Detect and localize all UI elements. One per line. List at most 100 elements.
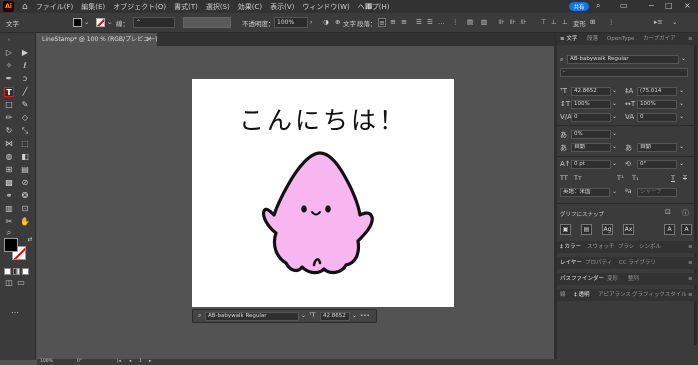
- char-panel-icon[interactable]: ⋮: [452, 18, 459, 26]
- tab-symbols[interactable]: シンボル: [639, 241, 661, 253]
- small-caps-icon[interactable]: Tт: [574, 174, 582, 182]
- none-mode-icon[interactable]: [22, 268, 29, 275]
- snap-info-icon[interactable]: ⓘ: [682, 208, 689, 218]
- char-rotation-field[interactable]: 0°: [637, 160, 677, 169]
- numbering-icon[interactable]: ☰: [427, 18, 433, 26]
- width-tool-icon[interactable]: ⋈: [4, 139, 14, 149]
- pencil-tool-icon[interactable]: ✏: [4, 113, 14, 123]
- tab-align[interactable]: 整列: [628, 273, 639, 285]
- eyedropper-tool-icon[interactable]: ⊘: [20, 178, 30, 188]
- align-center-icon[interactable]: ≡: [389, 18, 397, 27]
- tab-cc-libraries[interactable]: CC ライブラリ: [619, 257, 656, 269]
- live-paint-tool-icon[interactable]: ◧: [20, 152, 30, 162]
- line-tool-icon[interactable]: ╱: [20, 87, 30, 97]
- pathfinder-panel-menu-icon[interactable]: ≡: [688, 273, 693, 285]
- tab-character[interactable]: ≡ 文字: [560, 33, 577, 45]
- paragraph-label[interactable]: 段落：: [357, 18, 377, 28]
- rectangle-tool-icon[interactable]: □: [4, 100, 14, 110]
- distribute-bottom-icon[interactable]: ⊥: [562, 18, 568, 26]
- zoom-level[interactable]: 100%: [40, 359, 53, 365]
- arrange-docs-icon[interactable]: ▸≡: [654, 18, 663, 26]
- aki-right-dropdown-icon[interactable]: ⌄: [679, 143, 684, 150]
- character-label[interactable]: 文字: [343, 18, 356, 28]
- slice-tool-icon[interactable]: ✂: [4, 217, 14, 227]
- gradient-mode-icon[interactable]: [13, 268, 20, 275]
- tab-curve[interactable]: カーブガイア: [643, 33, 676, 45]
- align-edge-icon[interactable]: ⊞: [590, 18, 595, 26]
- share-button[interactable]: 共有: [569, 2, 589, 11]
- artboard-nav-first-icon[interactable]: |◂: [117, 359, 121, 365]
- distribute-middle-icon[interactable]: ⊥: [551, 18, 557, 26]
- tab-swatches[interactable]: スウォッチ: [587, 241, 615, 253]
- font-family-dropdown-icon[interactable]: ⌄: [681, 55, 686, 62]
- magic-wand-tool-icon[interactable]: ✧: [4, 61, 14, 71]
- font-style-field[interactable]: -: [560, 68, 688, 77]
- artboard-number[interactable]: 1: [139, 359, 142, 365]
- paragraph-options-icon[interactable]: …: [438, 18, 445, 26]
- snap-glyph-bounds-button[interactable]: Ag: [602, 224, 613, 235]
- tab-layers[interactable]: レイヤー: [560, 257, 582, 269]
- snap-baseline-button[interactable]: ▣: [560, 224, 571, 235]
- menu-edit[interactable]: 編集(E): [81, 2, 105, 12]
- tab-paragraph[interactable]: 段落: [587, 33, 598, 45]
- edit-toolbar-icon[interactable]: ⋯: [10, 308, 20, 318]
- snap-proximity-button[interactable]: Ax: [623, 224, 634, 235]
- arrange-dropdown-icon[interactable]: ⌄: [672, 18, 677, 26]
- tab-properties[interactable]: プロパティ: [585, 257, 612, 269]
- context-more-button[interactable]: •••: [360, 313, 370, 319]
- snap-options-icon[interactable]: ⊡: [665, 208, 671, 216]
- grid-icon[interactable]: ▥: [481, 18, 487, 26]
- distribute-top-icon[interactable]: ⊤: [541, 18, 547, 26]
- opacity-arrow-icon[interactable]: ›: [310, 18, 313, 26]
- hand-tool-icon[interactable]: ✋: [20, 217, 30, 227]
- tsume-field[interactable]: 0%: [571, 130, 611, 139]
- document-tab[interactable]: LineStamp* @ 100 % (RGB/プレビュー) ×: [37, 33, 157, 46]
- direct-selection-tool-icon[interactable]: ▶: [20, 48, 30, 58]
- scale-tool-icon[interactable]: ⤡: [20, 126, 30, 136]
- pen-tool-icon[interactable]: ✒: [4, 74, 14, 84]
- fill-swatch[interactable]: [73, 18, 82, 27]
- search-icon[interactable]: ⌕: [596, 1, 600, 11]
- all-caps-icon[interactable]: TT: [560, 174, 568, 182]
- zoom-tool-icon[interactable]: ⌕: [4, 228, 14, 238]
- stroke-panel-menu-icon[interactable]: ≡: [688, 289, 693, 301]
- opacity-field[interactable]: 100%: [274, 17, 308, 28]
- graph-tool-icon[interactable]: ▥: [4, 204, 14, 214]
- mesh-tool-icon[interactable]: ▤: [20, 165, 30, 175]
- minimize-icon[interactable]: −: [648, 1, 655, 10]
- font-size-dropdown-icon[interactable]: ⌄: [612, 87, 617, 94]
- pink-character-illustration[interactable]: [262, 149, 384, 277]
- language-field[interactable]: 英語：米国: [560, 188, 610, 197]
- perspective-grid-tool-icon[interactable]: ⊞: [4, 165, 14, 175]
- leading-field[interactable]: (75.014: [637, 87, 677, 96]
- font-family-field[interactable]: AB-babywalk Regular: [567, 55, 679, 64]
- tracking-field[interactable]: 0: [637, 113, 677, 122]
- symbol-sprayer-tool-icon[interactable]: ❂: [20, 191, 30, 201]
- snap-xheight-button[interactable]: ▤: [581, 224, 592, 235]
- aki-right-field[interactable]: 自動: [637, 143, 677, 152]
- close-window-icon[interactable]: ×: [684, 1, 691, 10]
- fill-color-swatch[interactable]: [4, 238, 18, 252]
- stroke-dropdown-icon[interactable]: ⌄: [107, 18, 112, 26]
- isolate-icon[interactable]: ⋮: [608, 18, 615, 26]
- align-v-right-icon[interactable]: ⊪: [521, 18, 527, 26]
- tab-opentype[interactable]: OpenType: [607, 33, 634, 45]
- menu-object[interactable]: オブジェクト(O): [113, 2, 166, 12]
- tab-transparency[interactable]: ‡ 透明: [574, 289, 590, 301]
- menu-file[interactable]: ファイル(F): [36, 2, 74, 12]
- baseline-shift-field[interactable]: 0 pt: [571, 160, 611, 169]
- home-icon[interactable]: ⌂: [22, 2, 28, 12]
- screen-mode-icon[interactable]: ▭: [16, 278, 26, 288]
- selection-tool-icon[interactable]: ▷: [4, 48, 14, 58]
- align-left-icon[interactable]: ≡: [378, 18, 386, 27]
- context-font-field[interactable]: AB-babywalk Regular: [205, 312, 299, 321]
- menu-view[interactable]: 表示(V): [270, 2, 294, 12]
- tab-transform[interactable]: 変形: [607, 273, 618, 285]
- superscript-icon[interactable]: T¹: [617, 174, 624, 182]
- transform-label[interactable]: 変形: [573, 18, 586, 28]
- menu-effect[interactable]: 効果(C): [238, 2, 262, 12]
- kerning-dropdown-icon[interactable]: ⌄: [612, 113, 617, 120]
- paintbrush-tool-icon[interactable]: ✎: [20, 100, 30, 110]
- color-mode-icon[interactable]: [4, 268, 11, 275]
- font-dropdown-icon[interactable]: ⌄: [301, 312, 306, 319]
